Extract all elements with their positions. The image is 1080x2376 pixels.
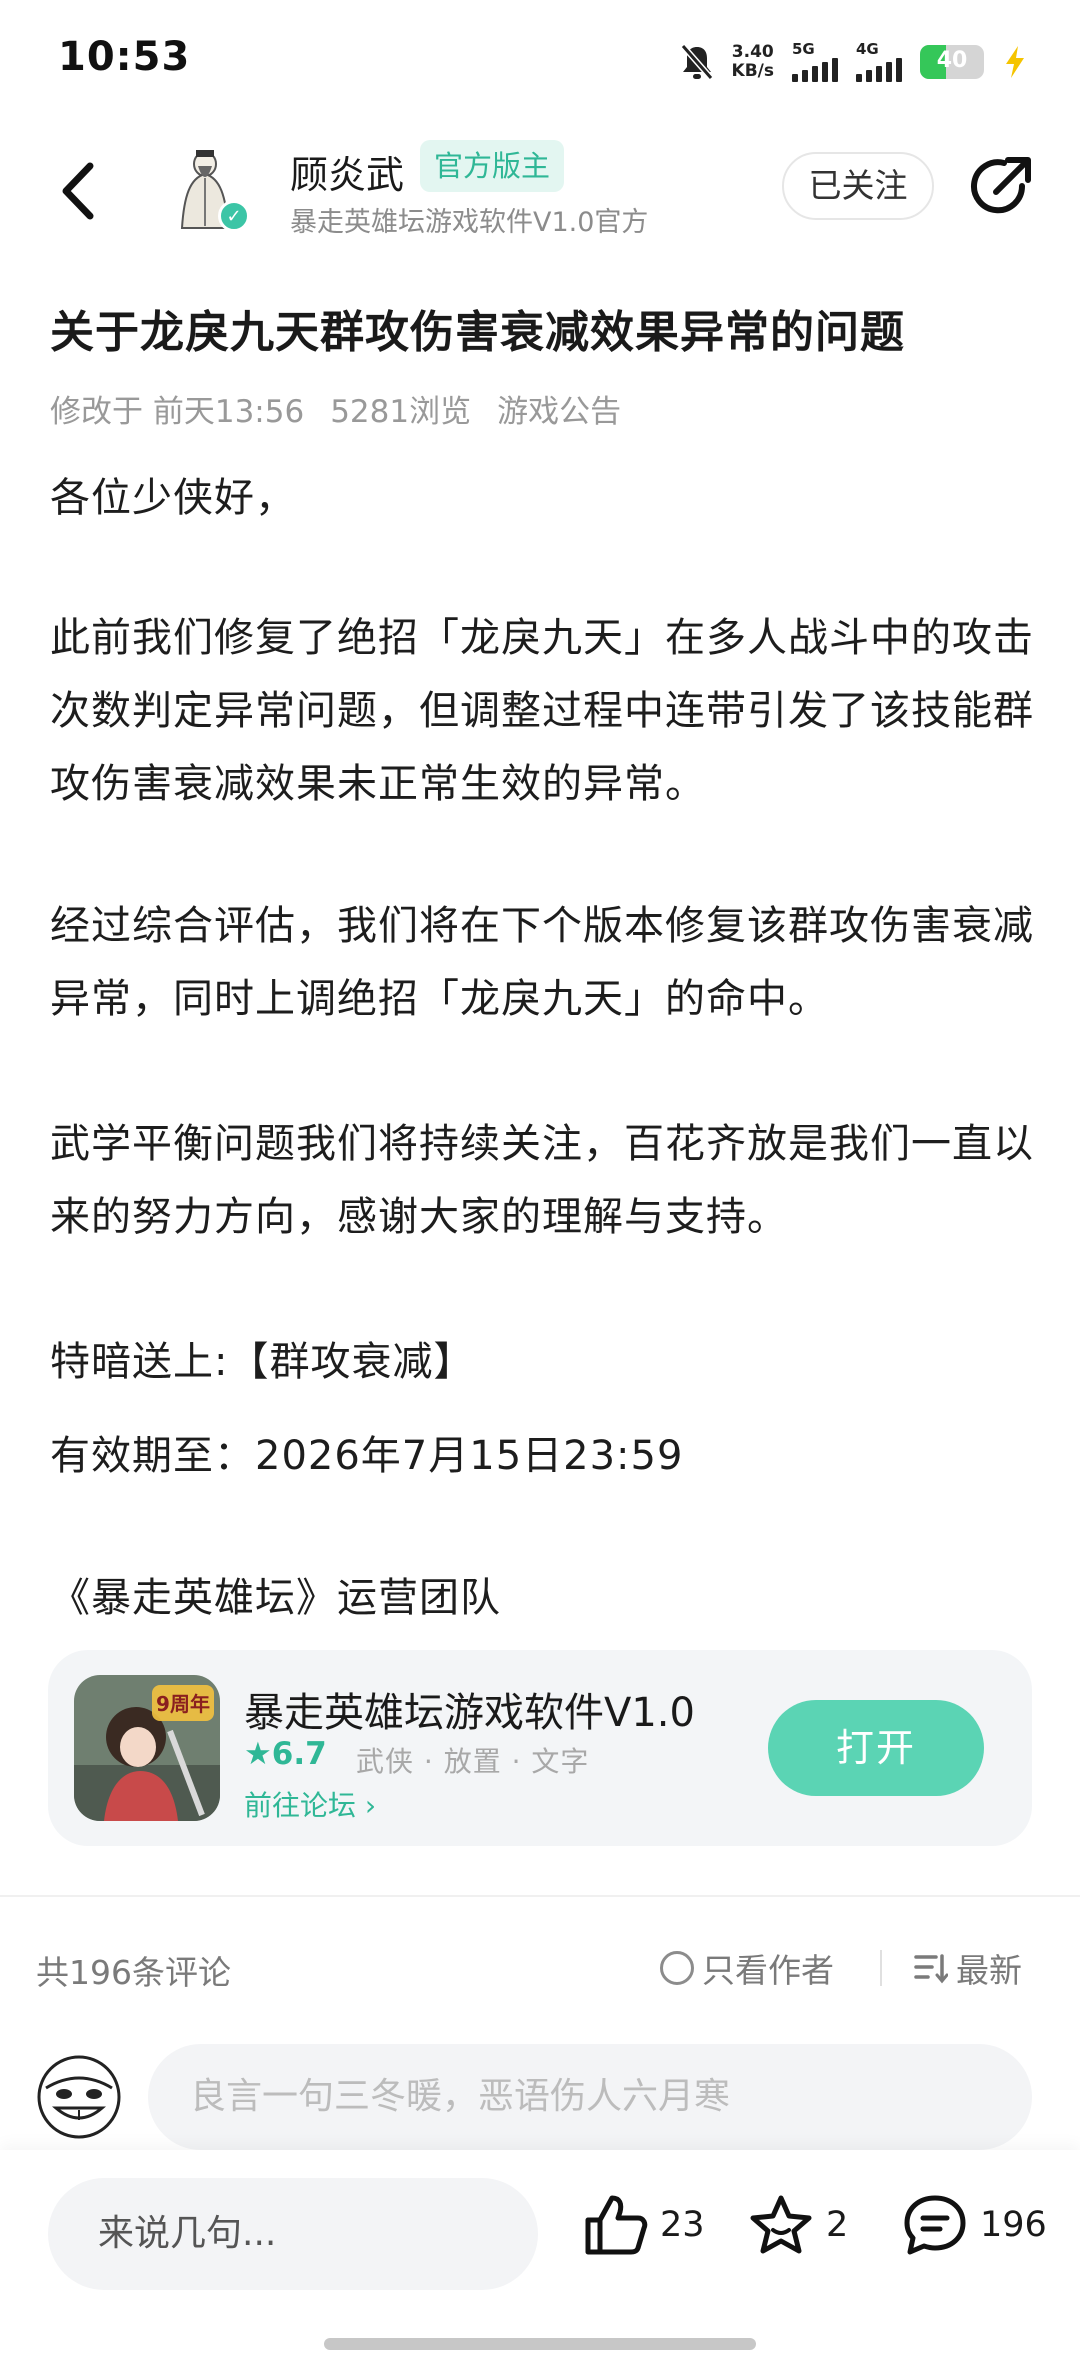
open-app-button[interactable]: 打开 <box>768 1700 984 1796</box>
post-title: 关于龙戾九天群攻伤害衰减效果异常的问题 <box>50 307 905 358</box>
sort-latest-button[interactable]: 最新 <box>914 1944 1022 1992</box>
paragraph-signature: 《暴走英雄坛》运营团队 <box>50 1575 501 1621</box>
modified-label: 修改于 <box>50 394 143 430</box>
like-count: 23 <box>660 2205 705 2245</box>
modified-info: 修改于 前天13:56 <box>50 386 304 431</box>
only-author-label: 只看作者 <box>702 1951 834 1990</box>
radio-circle-icon <box>660 1951 694 1985</box>
post-category[interactable]: 游戏公告 <box>497 386 621 431</box>
favorite-count: 2 <box>826 2205 849 2245</box>
paragraph-balance: 武学平衡问题我们将持续关注，百花齐放是我们一直以来的努力方向，感谢大家的理解与支… <box>50 1121 1034 1240</box>
go-to-forum-link[interactable]: 前往论坛 › <box>244 1784 376 1824</box>
paragraph-fix-history: 此前我们修复了绝招「龙戾九天」在多人战斗中的攻击次数判定异常问题，但调整过程中连… <box>50 615 1034 807</box>
paragraph-valid-until: 有效期至：2026年7月15日23:59 <box>50 1433 684 1479</box>
author-subtitle: 暴走英雄坛游戏软件V1.0官方 <box>290 207 649 238</box>
view-count: 5281浏览 <box>330 394 472 430</box>
signal-4g-label: 4G <box>856 40 879 58</box>
filter-separator <box>880 1950 882 1986</box>
post-meta: 修改于 前天13:56 5281浏览 游戏公告 <box>50 386 621 431</box>
charging-bolt-icon <box>1006 46 1024 78</box>
paragraph-next-version: 经过综合评估，我们将在下个版本修复该群攻伤害衰减异常，同时上调绝招「龙戾九天」的… <box>50 903 1034 1022</box>
app-rating-value: 6.7 <box>271 1736 327 1772</box>
official-moderator-tag: 官方版主 <box>420 140 565 192</box>
comment-total: 196 <box>980 2205 1047 2245</box>
like-button[interactable]: 23 <box>582 2194 705 2256</box>
network-speed-value: 3.40 <box>731 42 774 62</box>
user-avatar[interactable] <box>36 2054 122 2140</box>
comment-button[interactable]: 196 <box>902 2194 1047 2256</box>
signal-5g-icon: 5G <box>792 40 838 82</box>
star-outline-icon <box>750 2195 812 2254</box>
star-icon: ★ <box>244 1736 272 1772</box>
chevron-right-icon: › <box>364 1789 377 1822</box>
thumbs-up-icon <box>585 2195 648 2255</box>
post-header: ✓ 顾炎武 官方版主 暴走英雄坛游戏软件V1.0官方 已关注 <box>0 130 1080 250</box>
section-divider <box>0 1895 1080 1897</box>
mute-bell-icon <box>680 44 713 80</box>
home-indicator[interactable] <box>324 2338 756 2350</box>
share-icon[interactable] <box>966 152 1036 222</box>
chat-bubble-icon <box>904 2195 966 2255</box>
sort-lines-icon <box>914 1954 948 1984</box>
app-rating: ★6.7 <box>244 1736 327 1772</box>
sort-latest-label: 最新 <box>956 1951 1022 1990</box>
status-time: 10:53 <box>58 34 191 80</box>
say-something-input[interactable]: 来说几句... <box>48 2178 538 2290</box>
go-to-forum-label: 前往论坛 <box>244 1789 357 1822</box>
app-icon-badge: 9周年 <box>156 1692 210 1716</box>
status-bar: 10:53 3.40 KB/s 5G 4G 40 <box>0 0 1080 120</box>
status-icons: 3.40 KB/s 5G 4G 40 <box>680 38 1028 86</box>
follow-button[interactable]: 已关注 <box>782 152 934 220</box>
signal-5g-label: 5G <box>792 40 815 58</box>
network-speed: 3.40 KB/s <box>732 43 774 81</box>
battery-level: 40 <box>936 48 968 73</box>
app-icon: 9周年 <box>74 1675 220 1821</box>
signal-4g-icon: 4G <box>856 40 902 82</box>
back-arrow-icon[interactable] <box>50 156 110 226</box>
app-tags: 武侠 · 放置 · 文字 <box>356 1745 590 1778</box>
paragraph-greeting: 各位少侠好， <box>50 475 296 521</box>
battery-icon: 40 <box>920 45 984 79</box>
comment-input[interactable]: 良言一句三冬暖，恶语伤人六月寒 <box>148 2044 1032 2150</box>
modified-time: 前天13:56 <box>152 394 305 430</box>
paragraph-gift: 特暗送上:【群攻衰减】 <box>50 1339 475 1385</box>
network-speed-unit: KB/s <box>731 61 774 81</box>
verified-check-icon: ✓ <box>218 200 250 232</box>
app-card[interactable]: 9周年 暴走英雄坛游戏软件V1.0 ★6.7 武侠 · 放置 · 文字 前往论坛… <box>48 1650 1032 1846</box>
comment-count: 共196条评论 <box>36 1953 231 1992</box>
favorite-button[interactable]: 2 <box>748 2194 848 2256</box>
only-author-toggle[interactable]: 只看作者 <box>660 1944 834 1992</box>
app-name: 暴走英雄坛游戏软件V1.0 <box>244 1690 695 1736</box>
author-name[interactable]: 顾炎武 <box>290 144 404 199</box>
